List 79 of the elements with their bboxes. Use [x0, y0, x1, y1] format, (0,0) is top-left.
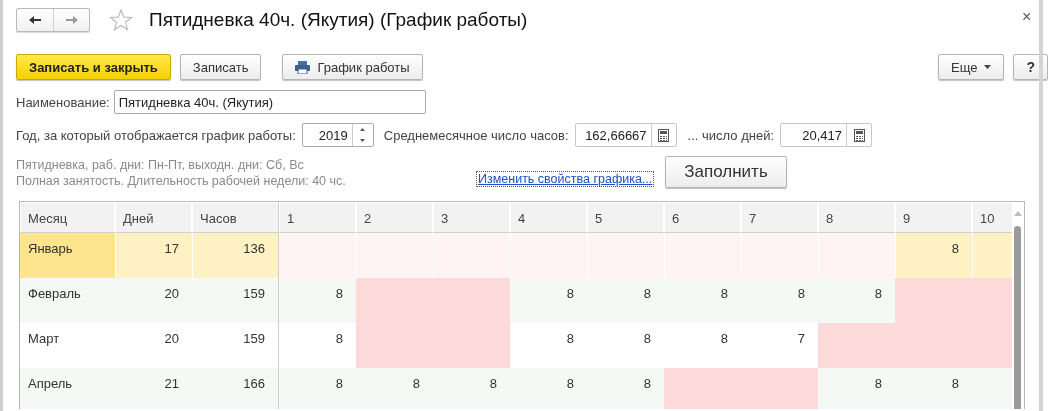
- month-cell[interactable]: Январь: [20, 233, 115, 278]
- day-off-cell[interactable]: [664, 368, 741, 409]
- column-header[interactable]: 5: [587, 202, 664, 233]
- more-button[interactable]: Еще: [938, 54, 1005, 80]
- workday-cell[interactable]: 8: [818, 278, 895, 323]
- column-header[interactable]: 7: [741, 202, 818, 233]
- spin-down-icon[interactable]: [360, 139, 366, 142]
- average-hours-field[interactable]: 162,66667: [574, 123, 677, 147]
- window-title: Пятидневка 40ч. (Якутия) (График работы): [149, 9, 528, 31]
- month-cell[interactable]: Февраль: [20, 278, 115, 323]
- field-label: Год, за который отображается график работы:: [16, 127, 296, 143]
- column-header[interactable]: 9: [895, 202, 972, 233]
- column-header[interactable]: Часов: [192, 202, 279, 233]
- workday-cell[interactable]: 8: [279, 368, 356, 409]
- workday-cell[interactable]: 8: [510, 368, 587, 409]
- calculator-icon: [853, 128, 865, 142]
- scroll-thumb[interactable]: [1014, 226, 1021, 409]
- average-days-field[interactable]: 20,417: [780, 123, 872, 147]
- table-cell[interactable]: 20: [115, 278, 192, 323]
- table-cell[interactable]: 21: [115, 368, 192, 409]
- workday-cell[interactable]: 8: [895, 233, 972, 278]
- workday-cell[interactable]: 8: [587, 368, 664, 409]
- day-off-cell[interactable]: [741, 233, 818, 278]
- column-header[interactable]: 4: [510, 202, 587, 233]
- schedule-description: Пятидневка, раб. дни: Пн-Пт, выходн. дни: Сб, Вс: [16, 157, 305, 173]
- workday-cell[interactable]: [972, 368, 1014, 409]
- column-header[interactable]: 8: [818, 202, 895, 233]
- caret-icon: [984, 65, 992, 69]
- print-button[interactable]: График работы: [282, 54, 423, 80]
- day-off-cell[interactable]: [818, 323, 895, 368]
- fill-button[interactable]: Заполнить: [665, 156, 787, 188]
- scroll-up-icon[interactable]: [1014, 210, 1022, 216]
- column-header[interactable]: 1: [279, 202, 356, 233]
- calculator-icon: [658, 128, 670, 142]
- left-arrow-icon: [28, 15, 42, 25]
- day-off-cell[interactable]: [510, 233, 587, 278]
- close-button[interactable]: ×: [1022, 8, 1032, 26]
- column-header[interactable]: 3: [433, 202, 510, 233]
- workday-cell[interactable]: 8: [433, 368, 510, 409]
- day-off-cell[interactable]: [587, 233, 664, 278]
- day-off-cell[interactable]: [433, 233, 510, 278]
- name-field[interactable]: Пятидневка 40ч. (Якутия): [113, 90, 426, 114]
- star-icon[interactable]: [109, 9, 133, 31]
- column-header[interactable]: Месяц: [20, 202, 115, 233]
- workday-cell[interactable]: 8: [741, 278, 818, 323]
- workday-cell[interactable]: 8: [279, 278, 356, 323]
- printer-icon: [295, 60, 311, 74]
- year-field[interactable]: 2019: [301, 123, 374, 147]
- scrollbar[interactable]: [1012, 202, 1024, 409]
- table-cell[interactable]: 159: [192, 278, 279, 323]
- workday-cell[interactable]: 8: [895, 368, 972, 409]
- field-label: ... число дней:: [687, 127, 774, 143]
- save-button[interactable]: Записать: [179, 54, 262, 80]
- spin-up-icon[interactable]: [360, 128, 366, 131]
- column-header[interactable]: Дней: [115, 202, 192, 233]
- day-off-cell[interactable]: [356, 233, 433, 278]
- field-label: Наименование:: [16, 94, 110, 110]
- column-header[interactable]: 6: [664, 202, 741, 233]
- workday-cell[interactable]: [972, 233, 1014, 278]
- month-cell[interactable]: Апрель: [20, 368, 115, 409]
- save-and-close-button[interactable]: Записать и закрыть: [16, 54, 171, 80]
- day-off-cell[interactable]: [279, 233, 356, 278]
- workday-cell[interactable]: 8: [587, 278, 664, 323]
- day-off-cell[interactable]: [741, 368, 818, 409]
- table-cell[interactable]: 17: [115, 233, 192, 278]
- day-off-cell[interactable]: [818, 233, 895, 278]
- change-schedule-link[interactable]: Изменить свойства графика...: [476, 171, 655, 187]
- day-off-cell[interactable]: [664, 233, 741, 278]
- table-cell[interactable]: 166: [192, 368, 279, 409]
- workday-cell[interactable]: 8: [510, 278, 587, 323]
- workday-cell[interactable]: 8: [356, 368, 433, 409]
- workday-cell[interactable]: 8: [664, 278, 741, 323]
- column-header[interactable]: 2: [356, 202, 433, 233]
- right-arrow-icon: [64, 15, 79, 25]
- column-header[interactable]: 10: [972, 202, 1014, 233]
- table-cell[interactable]: 136: [192, 233, 279, 278]
- workday-cell[interactable]: 8: [818, 368, 895, 409]
- schedule-description: Полная занятость. Длительность рабочей недели: 40 чс.: [16, 173, 347, 189]
- field-label: Среднемесячное число часов:: [383, 127, 569, 143]
